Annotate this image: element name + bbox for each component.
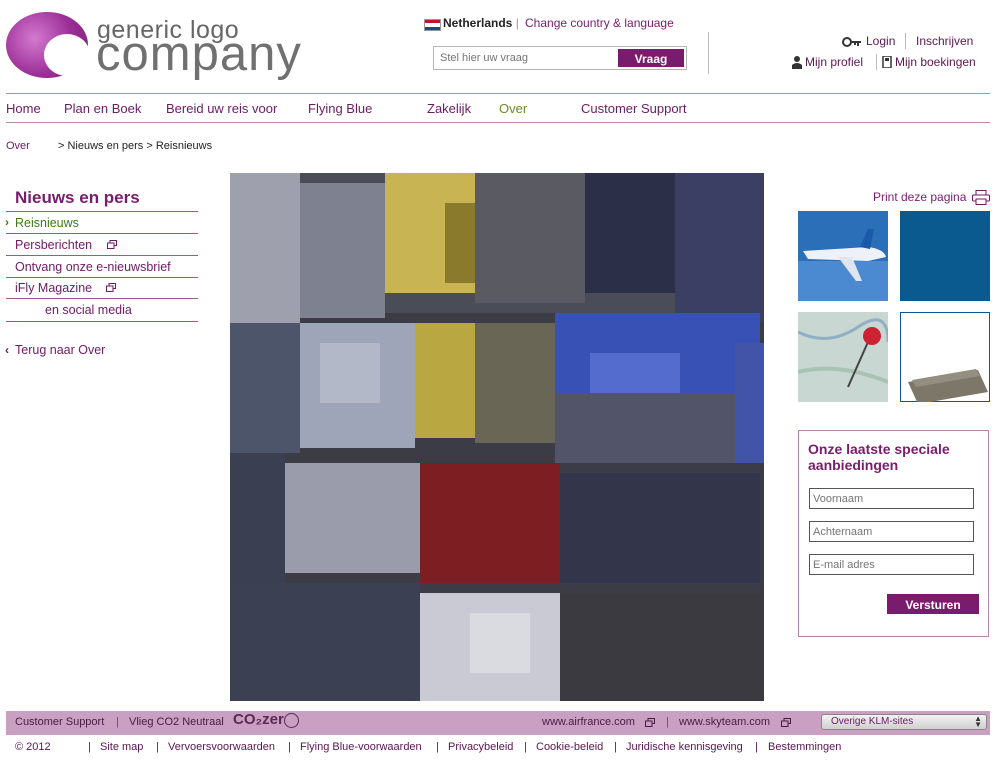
other-sites-select[interactable]: Overige KLM-sites ▲ ▼ xyxy=(821,714,987,730)
footer-link-sitemap[interactable]: Site map xyxy=(100,741,143,753)
bookings-link[interactable]: Mijn boekingen xyxy=(895,55,976,69)
breadcrumb-trail: > Nieuws en pers > Reisnieuws xyxy=(58,140,213,152)
header-divider xyxy=(708,32,709,74)
footer-separator: | xyxy=(288,741,291,753)
co2zero-ring-icon xyxy=(284,713,299,728)
footer-link-flying-blue-voorwaarden[interactable]: Flying Blue-voorwaarden xyxy=(300,741,422,753)
nav-flying-blue[interactable]: Flying Blue xyxy=(308,101,372,116)
nav-customer-support[interactable]: Customer Support xyxy=(581,101,687,116)
footer-link-privacybeleid[interactable]: Privacybeleid xyxy=(448,741,513,753)
copyright: © 2012 xyxy=(15,741,51,753)
external-window-icon xyxy=(781,718,791,727)
footer-separator: | xyxy=(436,741,439,753)
select-arrows-icon: ▲ ▼ xyxy=(974,714,982,729)
country-label: Netherlands | xyxy=(443,16,519,30)
nav-zakelijk[interactable]: Zakelijk xyxy=(427,101,471,116)
person-icon xyxy=(792,56,802,69)
nav-bereid-uw-reis[interactable]: Bereid uw reis voor xyxy=(166,101,277,116)
register-link[interactable]: Inschrijven xyxy=(916,34,973,48)
breadcrumb-root[interactable]: Over xyxy=(6,140,30,152)
hero-image-crushed-cars xyxy=(230,173,764,701)
logo-mark-inner xyxy=(44,34,90,76)
email-field[interactable] xyxy=(809,554,974,575)
search-box: Vraag xyxy=(433,46,687,70)
footer-link-juridische-kennisgeving[interactable]: Juridische kennisgeving xyxy=(626,741,743,753)
printer-icon[interactable] xyxy=(972,190,990,205)
sidebar-divider xyxy=(6,255,198,256)
footer-separator: | xyxy=(614,741,617,753)
key-icon xyxy=(842,37,861,47)
search-button[interactable]: Vraag xyxy=(618,49,684,67)
co2zero-logo[interactable]: CO₂zer xyxy=(233,711,284,728)
sidebar-divider xyxy=(6,298,198,299)
footer-separator: | xyxy=(156,741,159,753)
footer-separator: | xyxy=(666,716,669,728)
sidebar-item-ifly[interactable]: iFly Magazine xyxy=(15,281,92,295)
nav-over[interactable]: Over xyxy=(499,101,527,116)
footer-link-vervoersvoorwaarden[interactable]: Vervoersvoorwaarden xyxy=(168,741,275,753)
footer-link-cookie-beleid[interactable]: Cookie-beleid xyxy=(536,741,603,753)
profile-link[interactable]: Mijn profiel xyxy=(805,55,863,69)
nav-plan-en-boek[interactable]: Plan en Boek xyxy=(64,101,141,116)
bookings-icon xyxy=(882,56,892,68)
sidebar-item-nieuwsbrief[interactable]: Ontvang onze e-nieuwsbrief xyxy=(15,260,171,274)
top-link-divider xyxy=(905,33,906,49)
search-input[interactable] xyxy=(434,47,626,69)
sidebar-divider xyxy=(6,233,198,234)
print-link[interactable]: Print deze pagina xyxy=(873,190,966,204)
skyteam-link[interactable]: www.skyteam.com xyxy=(679,716,770,728)
netherlands-flag-icon xyxy=(424,19,441,31)
lastname-field[interactable] xyxy=(809,521,974,542)
top-link-divider-2 xyxy=(876,54,877,70)
nav-top-line xyxy=(6,93,990,94)
sidebar-item-persberichten[interactable]: Persberichten xyxy=(15,238,92,252)
sidebar-item-reisnieuws[interactable]: Reisnieuws xyxy=(15,216,79,230)
nav-home[interactable]: Home xyxy=(6,101,41,116)
other-sites-label: Overige KLM-sites xyxy=(831,716,914,727)
thumb-airplane[interactable] xyxy=(798,211,888,301)
firstname-field[interactable] xyxy=(809,488,974,509)
sidebar-divider xyxy=(6,321,198,322)
sidebar-divider xyxy=(6,277,198,278)
thumb-luggage-tag[interactable] xyxy=(900,312,990,402)
footer-separator: | xyxy=(524,741,527,753)
login-link[interactable]: Login xyxy=(866,34,895,48)
logo-text-big[interactable]: company xyxy=(96,30,302,79)
nav-bottom-line xyxy=(6,122,990,123)
external-window-icon xyxy=(107,240,117,249)
sidebar-item-social-media[interactable]: en social media xyxy=(45,303,132,317)
footer-link-bestemmingen[interactable]: Bestemmingen xyxy=(768,741,841,753)
change-language-link[interactable]: Change country & language xyxy=(525,16,674,30)
chevron-left-icon: ‹ xyxy=(5,343,9,357)
thumb-map-pin[interactable] xyxy=(798,312,888,402)
footer-co2-link[interactable]: Vlieg CO2 Neutraal xyxy=(129,716,224,728)
external-window-icon xyxy=(645,718,655,727)
footer-separator: | xyxy=(755,741,758,753)
footer-support-link[interactable]: Customer Support xyxy=(15,716,104,728)
footer-separator: | xyxy=(88,741,91,753)
chevron-right-icon: › xyxy=(5,215,9,229)
offers-title: Onze laatste speciale aanbiedingen xyxy=(808,441,950,473)
submit-button[interactable]: Versturen xyxy=(887,594,979,614)
external-window-icon xyxy=(106,283,116,292)
thumb-blue[interactable] xyxy=(900,211,990,301)
airfrance-link[interactable]: www.airfrance.com xyxy=(542,716,635,728)
footer-separator: | xyxy=(116,716,119,728)
sidebar-title: Nieuws en pers xyxy=(15,188,140,207)
sidebar-divider xyxy=(6,211,198,212)
back-link[interactable]: Terug naar Over xyxy=(15,343,105,357)
